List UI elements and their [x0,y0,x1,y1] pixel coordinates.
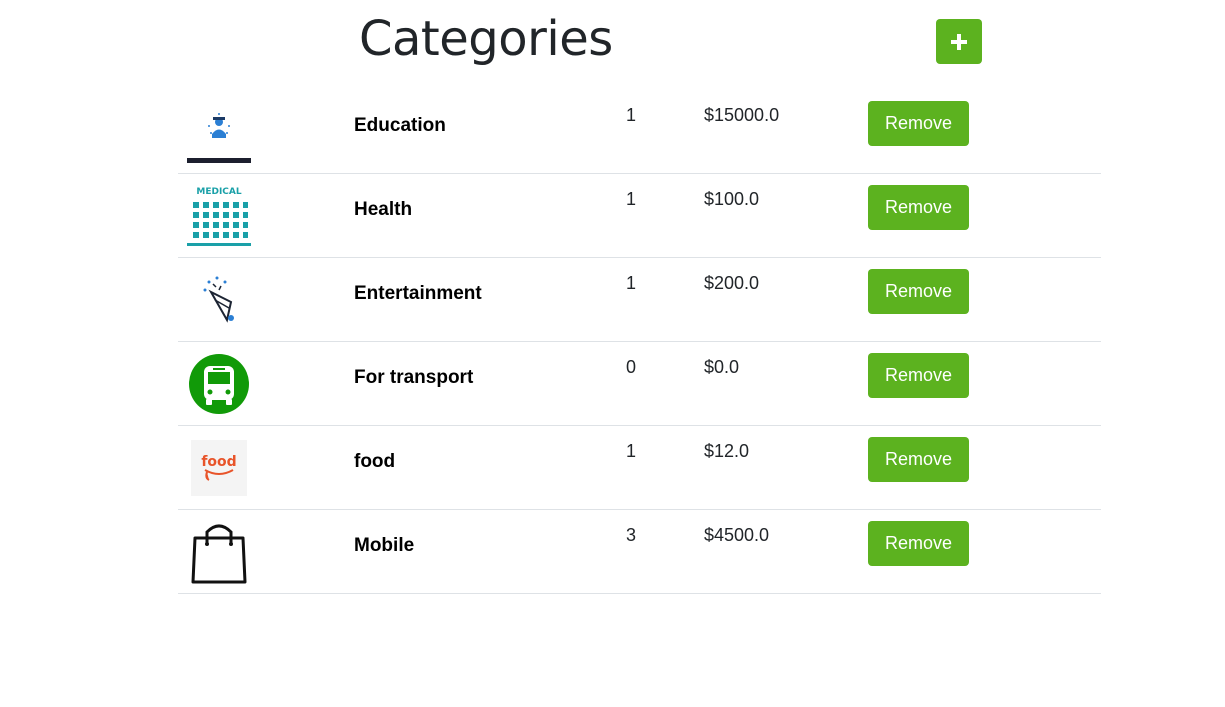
remove-button[interactable]: Remove [868,185,969,230]
remove-button[interactable]: Remove [868,437,969,482]
remove-button[interactable]: Remove [868,269,969,314]
category-count: 1 [626,105,637,125]
bus-image [187,352,251,416]
category-count: 1 [626,273,637,293]
category-total: $12.0 [704,441,750,461]
table-row: Education 1 $15000.0 Remove [178,90,1101,174]
category-count: 1 [626,441,637,461]
table-row: food food 1 $12.0 Remove [178,426,1101,510]
category-count: 1 [626,189,637,209]
medical-label: MEDICAL [196,187,241,197]
categories-table: Education 1 $15000.0 Remove MEDICAL Heal… [178,90,1101,594]
category-name: food [354,451,396,472]
category-name: For transport [354,367,474,388]
food-logo-text: food [201,454,236,470]
education-image [187,100,251,164]
page-title: Categories [359,11,613,67]
remove-button[interactable]: Remove [868,101,969,146]
category-name: Entertainment [354,283,482,304]
category-total: $4500.0 [704,525,770,545]
food-logo-image: food [187,436,251,500]
table-row: Entertainment 1 $200.0 Remove [178,258,1101,342]
category-count: 3 [626,525,637,545]
category-name: Health [354,199,413,220]
table-row: For transport 0 $0.0 Remove [178,342,1101,426]
table-row: Mobile 3 $4500.0 Remove [178,510,1101,594]
category-total: $15000.0 [704,105,780,125]
category-name: Education [354,115,446,136]
category-total: $200.0 [704,273,760,293]
remove-button[interactable]: Remove [868,521,969,566]
plus-icon [951,33,967,50]
category-total: $100.0 [704,189,760,209]
category-name: Mobile [354,535,415,556]
table-row: MEDICAL Health 1 $100.0 Remove [178,174,1101,258]
category-total: $0.0 [704,357,740,377]
party-popper-image [187,268,251,332]
add-category-button[interactable] [936,19,982,64]
remove-button[interactable]: Remove [868,353,969,398]
shopping-bag-image [187,520,251,584]
category-count: 0 [626,357,637,377]
medical-image: MEDICAL [187,184,251,248]
